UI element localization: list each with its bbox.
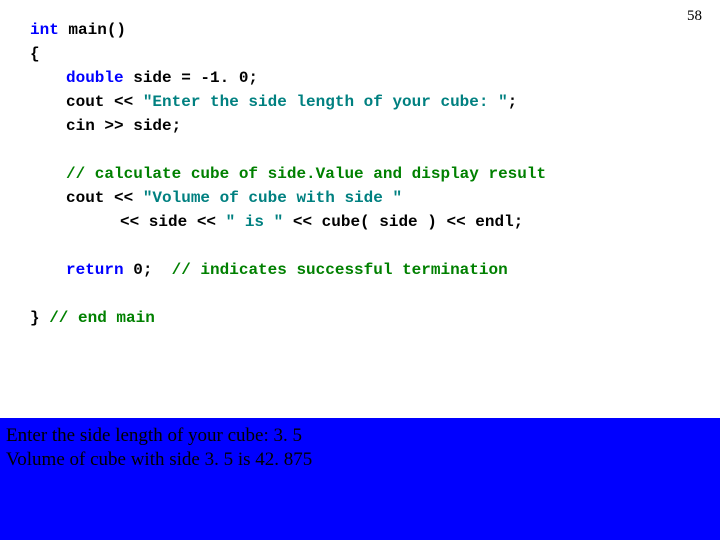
code-line: << side << " is " << cube( side ) << end… (30, 210, 720, 234)
code-line: } // end main (30, 306, 720, 330)
code-line: double side = -1. 0; (30, 66, 720, 90)
code-line: { (30, 42, 720, 66)
code-text: << cube( side ) << endl; (283, 213, 523, 231)
code-block: int main() { double side = -1. 0; cout <… (0, 0, 720, 330)
string-literal: "Enter the side length of your cube: " (143, 93, 508, 111)
code-text: } (30, 309, 49, 327)
string-literal: "Volume of cube with side " (143, 189, 402, 207)
code-line: cout << "Enter the side length of your c… (30, 90, 720, 114)
code-text: << side << (120, 213, 226, 231)
code-text: side = -1. 0; (124, 69, 258, 87)
string-literal: " is " (226, 213, 284, 231)
code-line: return 0; // indicates successful termin… (30, 258, 720, 282)
program-output-block: Enter the side length of your cube: 3. 5… (0, 418, 720, 540)
code-line: // calculate cube of side.Value and disp… (30, 162, 720, 186)
keyword-return: return (66, 261, 124, 279)
keyword-double: double (66, 69, 124, 87)
output-line: Volume of cube with side 3. 5 is 42. 875 (6, 448, 714, 472)
blank-line (30, 282, 720, 306)
code-text: cout << (66, 93, 143, 111)
code-line: cin >> side; (30, 114, 720, 138)
page-number: 58 (687, 8, 702, 25)
code-text: 0; (124, 261, 172, 279)
comment: // end main (49, 309, 155, 327)
code-text: cout << (66, 189, 143, 207)
output-line: Enter the side length of your cube: 3. 5 (6, 424, 714, 448)
comment: // calculate cube of side.Value and disp… (66, 165, 546, 183)
blank-line (30, 138, 720, 162)
code-text: ; (508, 93, 518, 111)
code-line: int main() (30, 18, 720, 42)
keyword-int: int (30, 21, 59, 39)
code-text: main() (59, 21, 126, 39)
blank-line (30, 234, 720, 258)
code-line: cout << "Volume of cube with side " (30, 186, 720, 210)
comment: // indicates successful termination (172, 261, 508, 279)
